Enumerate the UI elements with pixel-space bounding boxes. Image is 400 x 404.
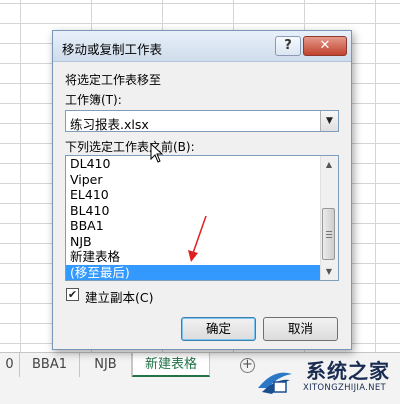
list-item[interactable]: EL410 bbox=[66, 187, 321, 203]
close-button[interactable]: ✕ bbox=[303, 36, 347, 56]
add-sheet-icon[interactable]: + bbox=[240, 358, 255, 373]
sheet-tab-new-table[interactable]: 新建表格 bbox=[132, 353, 210, 377]
sheet-tab-bba1[interactable]: BBA1 bbox=[20, 353, 80, 377]
help-button[interactable]: ? bbox=[275, 36, 301, 56]
workbook-select-value: 练习报表.xlsx bbox=[70, 117, 149, 132]
ok-button[interactable]: 确定 bbox=[181, 317, 256, 341]
red-annotation-arrow-icon bbox=[188, 215, 207, 262]
list-item[interactable]: Viper bbox=[66, 172, 321, 188]
workbook-select[interactable]: 练习报表.xlsx ▼ bbox=[65, 110, 339, 132]
list-item-selected[interactable]: (移至最后) bbox=[66, 264, 321, 280]
watermark-title: 系统之家 bbox=[306, 359, 390, 383]
mouse-cursor-icon bbox=[150, 143, 164, 163]
scroll-up-icon[interactable]: ▲ bbox=[321, 156, 337, 173]
sheet-tab-njb[interactable]: NJB bbox=[80, 353, 132, 377]
watermark-logo-icon bbox=[258, 372, 292, 394]
cancel-button[interactable]: 取消 bbox=[263, 317, 338, 341]
listbox-scrollbar[interactable]: ▲ ▼ bbox=[320, 156, 338, 280]
create-copy-label[interactable]: 建立副本(C) bbox=[85, 287, 153, 306]
workbook-label: 工作簿(T): bbox=[65, 93, 122, 107]
move-to-label: 将选定工作表移至 bbox=[65, 73, 162, 87]
scroll-down-icon[interactable]: ▼ bbox=[321, 263, 337, 280]
dialog-title: 移动或复制工作表 bbox=[62, 42, 163, 57]
create-copy-checkbox[interactable]: ✔ bbox=[66, 288, 79, 301]
watermark-url: XITONGZHIJIA.NET bbox=[303, 383, 386, 393]
sheet-tab-0[interactable]: 0 bbox=[0, 353, 20, 377]
move-copy-sheet-dialog: 移动或复制工作表 ? ✕ 将选定工作表移至 工作簿(T): 练习报表.xlsx … bbox=[52, 30, 352, 350]
dropdown-arrow-icon[interactable]: ▼ bbox=[320, 111, 338, 131]
list-item[interactable]: DL410 bbox=[66, 156, 321, 172]
before-sheet-label: 下列选定工作表之前(B): bbox=[65, 140, 195, 154]
scrollbar-thumb[interactable] bbox=[322, 208, 335, 260]
dialog-titlebar[interactable]: 移动或复制工作表 ? ✕ bbox=[53, 31, 351, 62]
